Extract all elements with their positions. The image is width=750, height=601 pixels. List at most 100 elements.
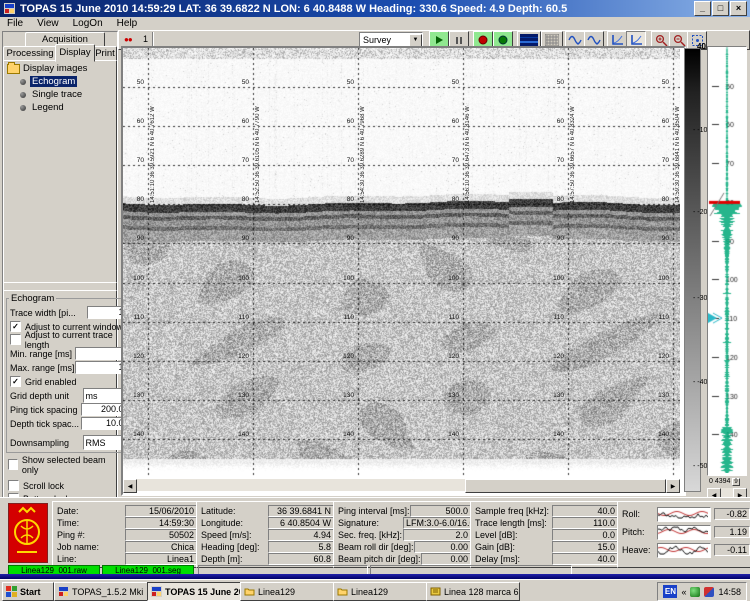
- status-value: 50502: [125, 529, 197, 541]
- status-value: 0.00: [414, 541, 471, 553]
- minimize-button[interactable]: _: [694, 1, 711, 16]
- scroll-left-icon[interactable]: ◀: [123, 479, 137, 493]
- checkbox-icon: [8, 459, 18, 470]
- topas-icon: [58, 586, 69, 597]
- hydrographic-institute-logo: [8, 503, 48, 563]
- folder-icon: [337, 586, 348, 597]
- status-row: Sec. freq. [kHz]:2.0: [338, 529, 471, 541]
- status-value: 4.94: [268, 529, 334, 541]
- echogram-canvas[interactable]: [123, 48, 680, 478]
- status-value: 5.8: [268, 541, 334, 553]
- tree-item-legend[interactable]: Legend: [4, 101, 116, 114]
- checkbox-icon: [8, 480, 19, 491]
- motion-waveform: [657, 543, 711, 558]
- status-value: 15/06/2010: [125, 505, 197, 517]
- status-value: LFM:3.0-6.0/16.0: [403, 517, 471, 529]
- grid-enabled-checkbox[interactable]: ✓ Grid enabled: [10, 376, 137, 387]
- bullet-icon: [20, 105, 26, 111]
- depth-tick-spacing-label: Depth tick spac...: [10, 419, 81, 429]
- menu-file[interactable]: File: [0, 18, 30, 29]
- status-value: 0.00: [421, 553, 471, 565]
- status-row: Beam pitch dir [deg]:0.00: [338, 553, 471, 565]
- motion-value: -0.82: [714, 508, 750, 520]
- echogram-group-label: Echogram: [9, 293, 56, 304]
- folder-icon: [244, 586, 255, 597]
- menu-view[interactable]: View: [30, 18, 66, 29]
- dot-green-icon: [497, 34, 509, 46]
- status-row: Beam roll dir [deg]:0.00: [338, 541, 471, 553]
- checkbox-icon: ✓: [10, 321, 21, 332]
- echogram-display[interactable]: 506070809010011012013014014:51:10 36 39.…: [123, 48, 680, 478]
- toolbar-separator: [152, 32, 154, 47]
- navigation-info-group: Latitude:36 39.6841 NLongitude:6 40.8504…: [196, 501, 339, 568]
- close-button[interactable]: ×: [730, 1, 747, 16]
- status-value: 14:59:30: [125, 517, 197, 529]
- status-row: Speed [m/s]:4.94: [201, 529, 334, 541]
- folder-icon: [7, 64, 20, 74]
- tree-root-display-images[interactable]: Display images: [4, 61, 116, 75]
- transmit-info-group: Ping interval [ms]:500.0Signature:LFM:3.…: [333, 501, 476, 568]
- status-row: Depth [m]:60.8: [201, 553, 334, 565]
- wave-icon: [587, 34, 601, 46]
- scroll-lock-checkbox[interactable]: Scroll lock: [8, 480, 112, 491]
- chevron-down-icon: ▼: [409, 34, 422, 47]
- motion-row-roll: Roll:-0.82: [622, 505, 750, 523]
- app-icon: [3, 2, 16, 15]
- system-tray: EN « 14:58: [657, 582, 747, 601]
- taskbar-task-4[interactable]: Linea129: [333, 582, 427, 601]
- status-row: Sample freq [kHz]:40.0: [475, 505, 618, 517]
- status-value: 60.8: [268, 553, 334, 565]
- tray-status-icon-2[interactable]: [704, 587, 714, 597]
- scrollbar-thumb[interactable]: [465, 479, 666, 493]
- language-indicator-icon[interactable]: EN: [663, 585, 677, 598]
- tree-item-single-trace[interactable]: Single trace: [4, 88, 116, 101]
- tray-status-icon-1[interactable]: [690, 587, 700, 597]
- zoom-out-icon: [673, 34, 686, 47]
- winzip-icon: [430, 586, 441, 597]
- taskbar-task-2[interactable]: TOPAS 15 June 201...: [147, 582, 241, 601]
- downsampling-label: Downsampling: [10, 438, 83, 448]
- depth-tick-spacing-input[interactable]: 10.0: [81, 417, 127, 430]
- maximize-button[interactable]: □: [712, 1, 729, 16]
- plot-icon: [629, 34, 643, 46]
- bullet-icon: [20, 92, 26, 98]
- menu-help[interactable]: Help: [110, 18, 145, 29]
- start-button[interactable]: Start: [2, 582, 54, 601]
- status-row: Signature:LFM:3.0-6.0/16.0: [338, 517, 471, 529]
- wave-icon: [568, 34, 582, 46]
- grid-depth-unit-label: Grid depth unit: [10, 391, 83, 401]
- status-row: Time:14:59:30: [57, 517, 197, 529]
- taskbar-task-3[interactable]: Linea129: [240, 582, 334, 601]
- max-range-label: Max. range [ms]: [10, 363, 75, 373]
- scroll-right-icon[interactable]: ▶: [666, 479, 680, 493]
- motion-row-pitch: Pitch:1.19: [622, 523, 750, 541]
- tree-item-echogram[interactable]: Echogram: [4, 75, 116, 88]
- acquisition-info-group: Date:15/06/2010Time:14:59:30Ping #:50502…: [52, 501, 202, 568]
- left-panel: Acquisition Processing Print Display Dis…: [2, 31, 118, 499]
- show-selected-beam-checkbox[interactable]: Show selected beam only: [8, 459, 112, 470]
- status-row: Trace length [ms]:110.0: [475, 517, 618, 529]
- status-value: 0.0: [552, 529, 618, 541]
- receiver-info-group: Sample freq [kHz]:40.0Trace length [ms]:…: [470, 501, 623, 568]
- menu-logon[interactable]: LogOn: [66, 18, 110, 29]
- status-value: 40.0: [552, 553, 618, 565]
- tab-display[interactable]: Display: [55, 44, 95, 62]
- plot-icon: [610, 34, 624, 46]
- status-row: Job name:Chica: [57, 541, 197, 553]
- single-trace-panel: 0 4394 9 ◀ ▶: [706, 44, 748, 500]
- play-icon: [433, 34, 445, 46]
- ping-indicator-count: 1: [143, 34, 148, 44]
- status-value: 110.0: [552, 517, 618, 529]
- taskbar: Start TOPAS_1.5.2 MkiTOPAS 15 June 201..…: [0, 579, 750, 601]
- adjust-trace-length-checkbox[interactable]: Adjust to current trace length: [10, 334, 137, 345]
- zoom-in-icon: [655, 34, 668, 47]
- taskbar-task-1[interactable]: TOPAS_1.5.2 Mki: [54, 582, 148, 601]
- status-row: Latitude:36 39.6841 N: [201, 505, 334, 517]
- status-row: Level [dB]:0.0: [475, 529, 618, 541]
- pause-icon: [453, 34, 465, 46]
- taskbar-task-5[interactable]: Linea 128 marca 6599 er...: [426, 582, 520, 601]
- echogram-hscrollbar[interactable]: ◀ ▶: [123, 479, 680, 491]
- ping-tick-spacing-input[interactable]: 200.0: [81, 403, 127, 416]
- trace-width-label: Trace width [pi...: [10, 308, 87, 318]
- tray-chevron-icon[interactable]: «: [681, 587, 686, 597]
